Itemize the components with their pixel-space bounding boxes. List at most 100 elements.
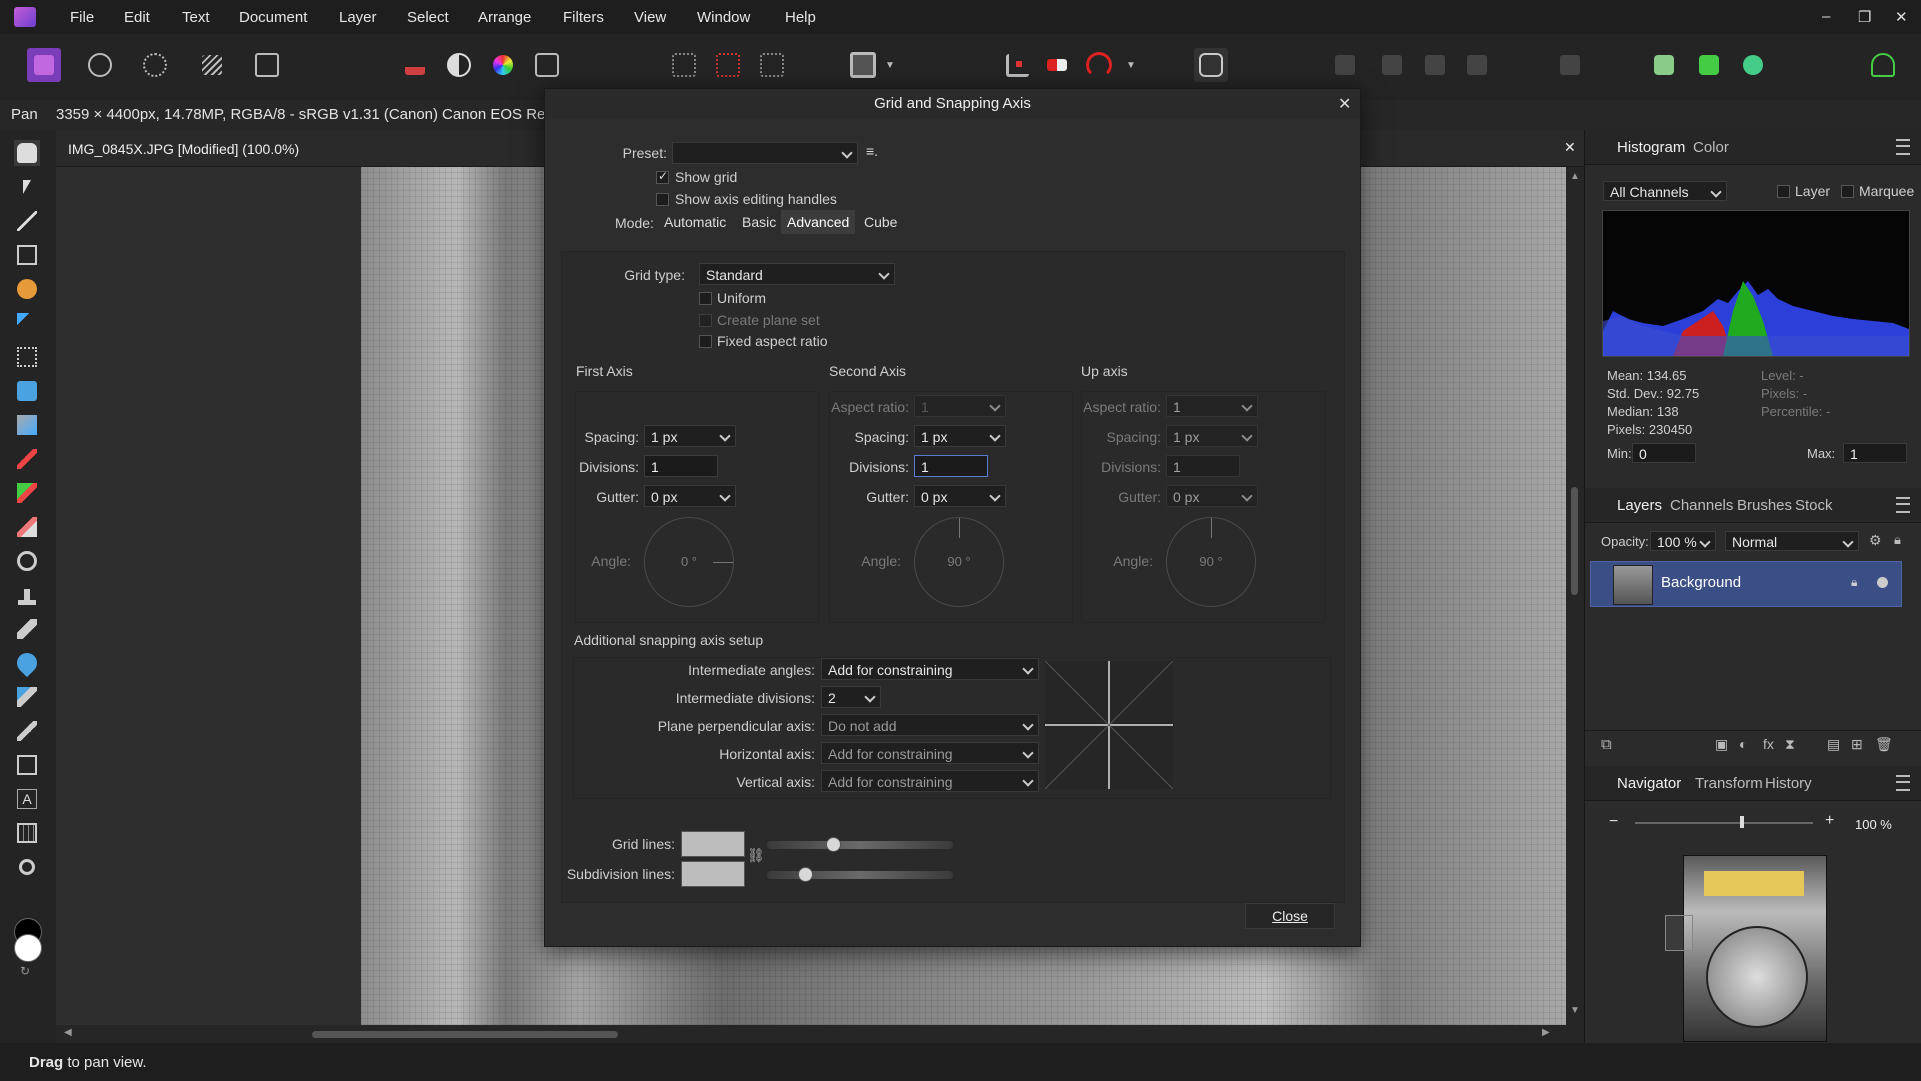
document-tab-title[interactable]: IMG_0845X.JPG [Modified] (100.0%) bbox=[68, 141, 299, 157]
panel-menu-icon[interactable] bbox=[1896, 497, 1910, 513]
menu-document[interactable]: Document bbox=[239, 9, 307, 26]
scroll-down-icon[interactable]: ▼ bbox=[1570, 1005, 1580, 1016]
vertical-axis-select[interactable]: Add for constraining bbox=[821, 770, 1039, 792]
restore-icon[interactable]: ❐ bbox=[1858, 8, 1871, 26]
quick-mask-button[interactable] bbox=[846, 48, 880, 82]
text-tool[interactable]: A bbox=[14, 786, 40, 812]
show-axis-handles-checkbox[interactable] bbox=[656, 193, 669, 206]
menu-select[interactable]: Select bbox=[407, 9, 449, 26]
share-button[interactable] bbox=[1692, 48, 1726, 82]
scroll-right-icon[interactable]: ▶ bbox=[1542, 1027, 1550, 1038]
menu-arrange[interactable]: Arrange bbox=[478, 9, 531, 26]
adjustment-icon[interactable]: ◐ bbox=[1739, 736, 1747, 752]
first-spacing-select[interactable]: 1 px bbox=[644, 425, 736, 447]
grid-lines-opacity-knob[interactable] bbox=[826, 837, 842, 852]
tab-channels[interactable]: Channels bbox=[1670, 497, 1733, 514]
dodge-tool[interactable] bbox=[14, 548, 40, 574]
navigator-view-rect[interactable] bbox=[1665, 915, 1693, 951]
move-tool[interactable] bbox=[14, 174, 40, 200]
gradient-tool[interactable] bbox=[14, 412, 40, 438]
layer-lock-icon[interactable]: 🔒︎ bbox=[1851, 575, 1857, 590]
scroll-up-icon[interactable]: ▲ bbox=[1570, 171, 1580, 182]
menu-file[interactable]: File bbox=[70, 9, 94, 26]
view-tool[interactable] bbox=[14, 140, 40, 166]
plane-perpendicular-select[interactable]: Do not add bbox=[821, 714, 1039, 736]
second-spacing-select[interactable]: 1 px bbox=[914, 425, 1006, 447]
menu-layer[interactable]: Layer bbox=[339, 9, 377, 26]
grid-lines-color-swatch[interactable] bbox=[681, 831, 745, 857]
horizontal-axis-select[interactable]: Add for constraining bbox=[821, 742, 1039, 764]
subdivision-lines-color-swatch[interactable] bbox=[681, 861, 745, 887]
layer-row-background[interactable]: Background 🔒︎ bbox=[1590, 561, 1902, 607]
mode-basic[interactable]: Basic bbox=[736, 210, 782, 234]
align-right-button[interactable] bbox=[1418, 48, 1452, 82]
trash-icon[interactable]: 🗑︎ bbox=[1875, 736, 1893, 753]
vertical-scroll-thumb[interactable] bbox=[1571, 487, 1578, 595]
tab-history[interactable]: History bbox=[1765, 775, 1812, 792]
align-center-button[interactable] bbox=[1375, 48, 1409, 82]
studio-link-button[interactable] bbox=[1647, 48, 1681, 82]
preset-menu-icon[interactable]: ≡. bbox=[866, 143, 878, 159]
export-persona-button[interactable] bbox=[250, 48, 284, 82]
tab-stock[interactable]: Stock bbox=[1795, 497, 1833, 514]
minimize-icon[interactable]: ‒ bbox=[1822, 8, 1830, 25]
tab-navigator[interactable]: Navigator bbox=[1617, 775, 1681, 792]
menu-text[interactable]: Text bbox=[182, 9, 210, 26]
pen-tool[interactable] bbox=[14, 718, 40, 744]
flood-fill-tool[interactable] bbox=[14, 378, 40, 404]
up-gutter-select[interactable]: 0 px bbox=[1166, 485, 1258, 507]
uniform-checkbox[interactable] bbox=[699, 292, 712, 305]
erase-brush-tool[interactable] bbox=[14, 514, 40, 540]
menu-view[interactable]: View bbox=[634, 9, 666, 26]
liquify-persona-button[interactable] bbox=[83, 48, 117, 82]
panel-menu-icon[interactable] bbox=[1896, 775, 1910, 791]
tab-transform[interactable]: Transform bbox=[1695, 775, 1763, 792]
intermediate-divisions-select[interactable]: 2 bbox=[821, 686, 881, 708]
snapping-button[interactable] bbox=[1000, 48, 1034, 82]
second-angle-dial[interactable]: 90 ° bbox=[914, 517, 1004, 607]
close-button[interactable]: Close bbox=[1245, 903, 1335, 929]
max-field[interactable]: 1 bbox=[1843, 443, 1907, 463]
tab-histogram[interactable]: Histogram bbox=[1617, 139, 1685, 156]
deselect-button[interactable] bbox=[711, 48, 745, 82]
auto-white-balance-button[interactable] bbox=[530, 48, 564, 82]
crop-tool[interactable] bbox=[14, 242, 40, 268]
create-plane-set-checkbox[interactable] bbox=[699, 314, 712, 327]
account-button[interactable] bbox=[1866, 48, 1900, 82]
zoom-tool[interactable] bbox=[14, 854, 40, 880]
second-divisions-field[interactable]: 1 bbox=[914, 455, 988, 477]
close-document-icon[interactable]: ✕ bbox=[1564, 139, 1576, 156]
tab-layers[interactable]: Layers bbox=[1617, 497, 1662, 514]
mixer-brush-tool[interactable] bbox=[14, 480, 40, 506]
lock-icon[interactable]: 🔒︎ bbox=[1894, 532, 1901, 548]
mask-button[interactable] bbox=[1040, 48, 1074, 82]
menu-window[interactable]: Window bbox=[697, 9, 750, 26]
assistant-button[interactable] bbox=[1194, 48, 1228, 82]
tab-brushes[interactable]: Brushes bbox=[1737, 497, 1792, 514]
subdivision-lines-opacity-slider[interactable] bbox=[767, 867, 953, 882]
marquee-button[interactable] bbox=[667, 48, 701, 82]
zoom-in-icon[interactable]: + bbox=[1825, 812, 1834, 830]
swap-colors-icon[interactable]: ↻ bbox=[20, 964, 30, 978]
mode-cube[interactable]: Cube bbox=[858, 210, 903, 234]
mask-layer-icon[interactable]: ▣ bbox=[1715, 736, 1728, 753]
grid-type-select[interactable]: Standard bbox=[699, 263, 895, 285]
paint-brush-tool[interactable] bbox=[14, 446, 40, 472]
layer-checkbox[interactable] bbox=[1777, 185, 1790, 198]
gear-icon[interactable]: ⚙ bbox=[1869, 532, 1882, 549]
primary-color-swatch[interactable] bbox=[14, 934, 42, 962]
rectangle-tool[interactable] bbox=[14, 752, 40, 778]
horizontal-scroll-thumb[interactable] bbox=[312, 1031, 618, 1038]
menu-help[interactable]: Help bbox=[785, 9, 816, 26]
smudge-tool[interactable] bbox=[14, 684, 40, 710]
auto-contrast-button[interactable] bbox=[442, 48, 476, 82]
group-icon[interactable]: ▤ bbox=[1827, 736, 1840, 753]
first-angle-dial[interactable]: 0 ° bbox=[644, 517, 734, 607]
intermediate-angles-select[interactable]: Add for constraining bbox=[821, 658, 1039, 680]
fixed-aspect-checkbox[interactable] bbox=[699, 335, 712, 348]
mesh-warp-tool[interactable] bbox=[14, 820, 40, 846]
vertical-scrollbar[interactable]: ▲ ▼ bbox=[1566, 167, 1584, 1025]
up-spacing-select[interactable]: 1 px bbox=[1166, 425, 1258, 447]
zoom-slider-knob[interactable] bbox=[1739, 816, 1744, 828]
flood-select-tool[interactable] bbox=[14, 310, 40, 336]
